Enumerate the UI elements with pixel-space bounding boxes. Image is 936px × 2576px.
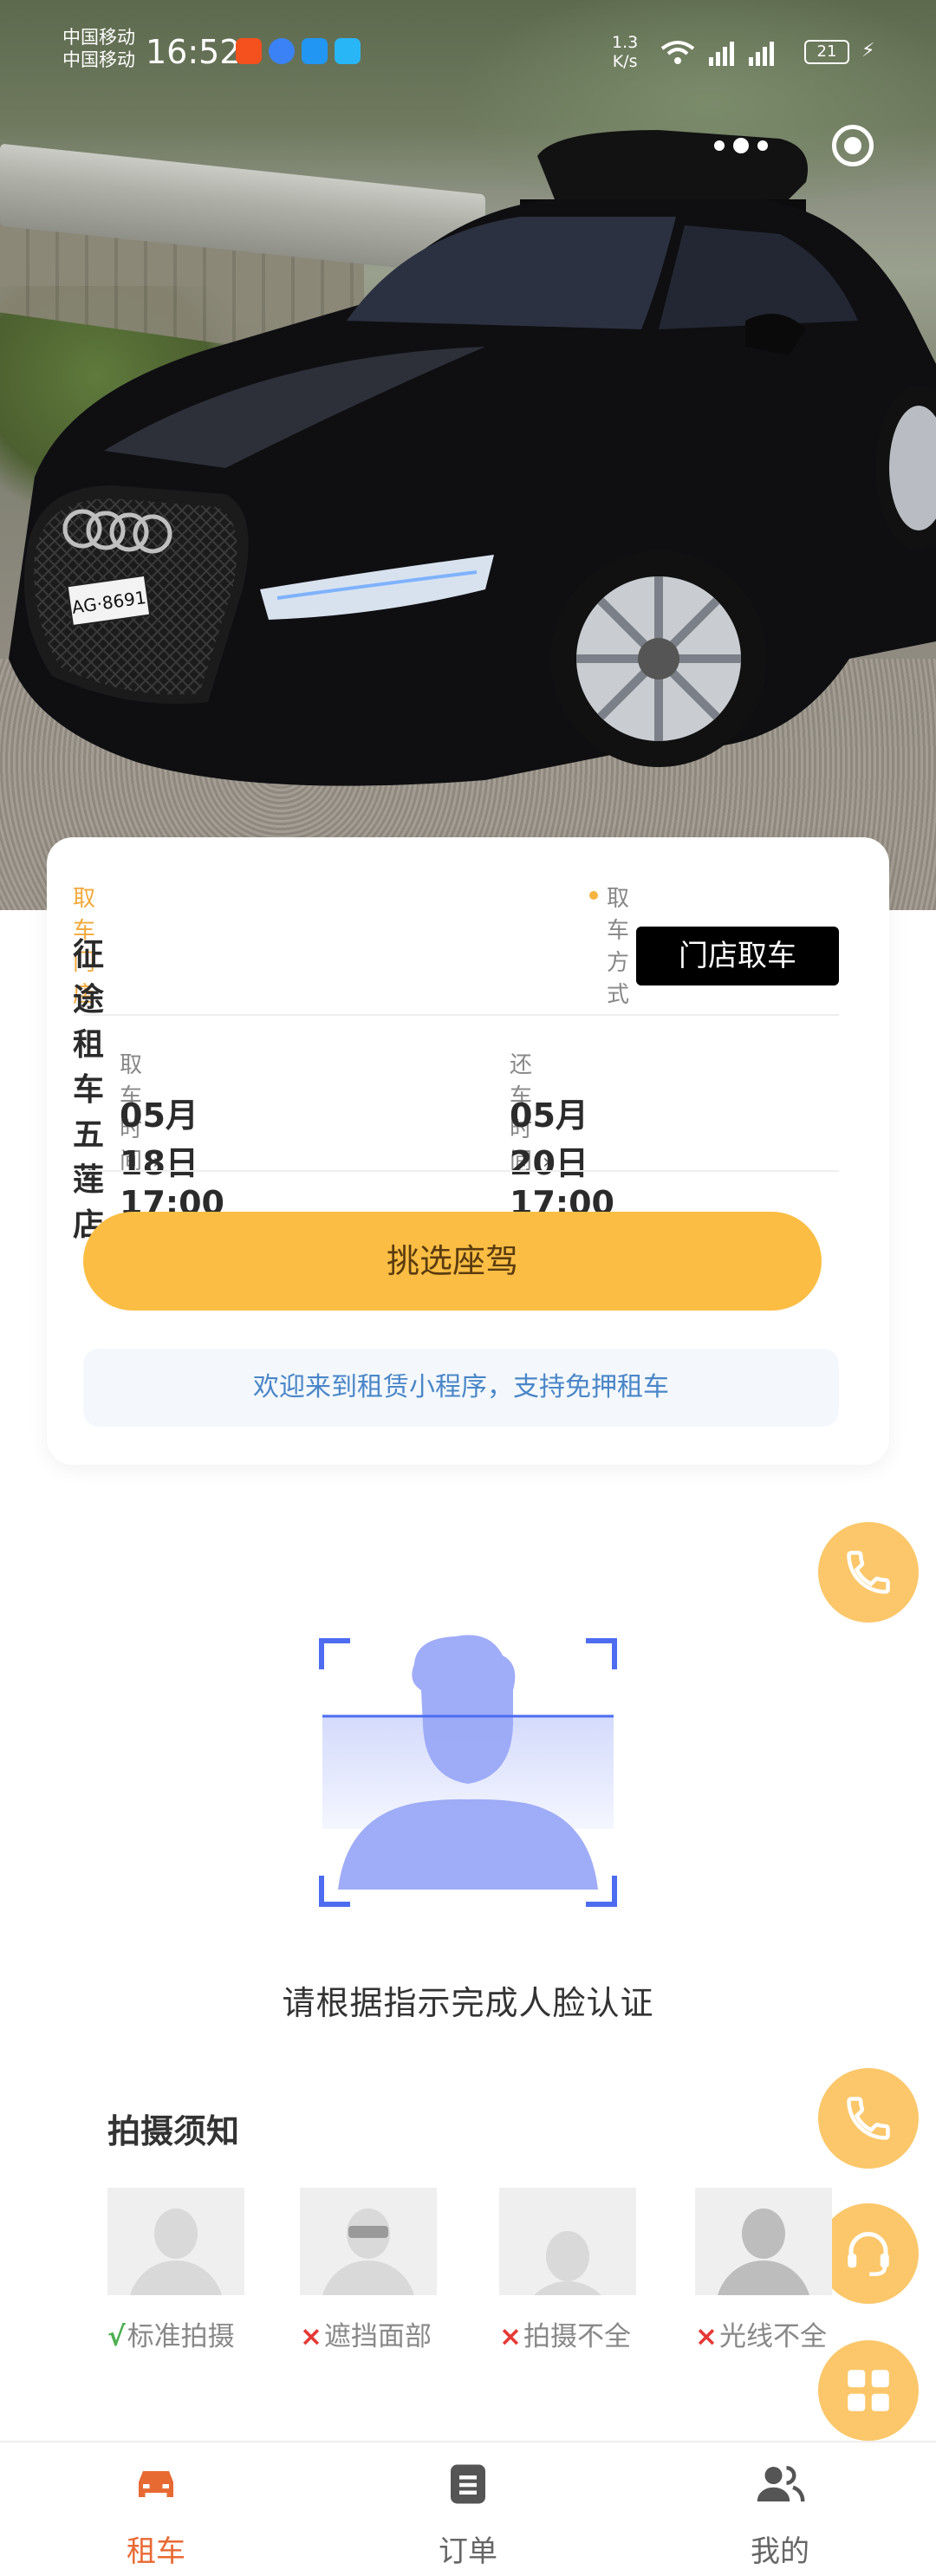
bottom-tab-bar: 租车 订单 我的 [0,2441,936,2576]
pickup-store-name[interactable]: 征途租车五莲店 [73,929,104,1245]
face-scan-frame [312,1630,624,1907]
carrier-2: 中国移动 [62,49,135,70]
more-dots-icon[interactable] [693,120,789,172]
check-mark-icon: √ [107,2321,126,2352]
return-time-value[interactable]: 05月20日 17:00 [510,1089,614,1222]
shooting-samples: √标准拍摄 ×遮挡面部 ×拍摄不全 ×光线不全 [0,2188,936,2361]
sample-photo [499,2188,636,2295]
sample-photo [300,2188,437,2295]
carrier-1: 中国移动 [62,27,135,48]
battery-indicator: 21 [804,40,849,64]
sample-photo [107,2188,244,2295]
notification-icons [236,38,361,64]
call-button-top[interactable] [818,1522,919,1623]
network-speed: 1.3 K/s [612,33,639,71]
pickup-method-button[interactable]: 门店取车 [636,927,839,986]
status-time: 16:52 [146,33,241,71]
frame-corner [586,1638,617,1669]
weather-app-icon [302,38,328,64]
sample-standard: √标准拍摄 [107,2188,244,2353]
face-instruction: 请根据指示完成人脸认证 [282,1984,654,2022]
call-button[interactable] [818,2068,919,2169]
frame-corner [586,1876,617,1907]
carrier-labels: 中国移动 中国移动 [62,26,135,71]
tab-orders[interactable]: 订单 [381,2443,555,2576]
search-app-icon [335,38,361,64]
tab-label: 租车 [127,2534,185,2569]
sample-photo [695,2188,832,2295]
frame-corner [319,1876,350,1907]
pickup-time-value[interactable]: 05月18日 17:00 [120,1089,224,1222]
user-profile-icon [757,2466,805,2502]
signal-wifi-icon [660,41,774,66]
tab-label: 订单 [439,2534,497,2569]
cross-mark-icon: × [695,2321,718,2352]
phone-icon [847,2097,890,2140]
miniprogram-capsule [685,120,893,172]
shooting-notes-title: 拍摄须知 [107,2112,240,2150]
method-dot-icon [589,891,598,900]
cross-mark-icon: × [300,2321,322,2352]
face-silhouette-icon [322,1635,614,1890]
divider [83,1014,839,1016]
charging-icon: ⚡ [861,40,875,62]
tab-label: 我的 [751,2534,809,2569]
sample-face-covered: ×遮挡面部 [300,2188,437,2353]
target-close-icon[interactable] [832,125,874,166]
tab-rent-car[interactable]: 租车 [69,2443,243,2576]
order-list-icon [451,2464,485,2504]
frame-corner [319,1638,350,1669]
status-bar: 中国移动 中国移动 16:52 1.3 K/s 21 ⚡ [0,0,936,104]
taobao-app-icon [236,38,262,64]
pickup-method-label: 取车方式 [607,886,630,1008]
car-icon [139,2471,173,2497]
divider [83,1170,839,1172]
grid-menu-icon [848,2370,889,2411]
select-car-button[interactable]: 挑选座驾 [83,1212,822,1311]
sample-incomplete: ×拍摄不全 [499,2188,636,2353]
phone-icon [847,1551,890,1594]
browser-app-icon [269,38,295,64]
welcome-banner: 欢迎来到租赁小程序，支持免押租车 [83,1349,839,1427]
sample-poor-lighting: ×光线不全 [695,2188,832,2353]
tab-mine[interactable]: 我的 [693,2443,867,2576]
cross-mark-icon: × [499,2321,522,2352]
sunglasses-icon [348,2226,388,2238]
